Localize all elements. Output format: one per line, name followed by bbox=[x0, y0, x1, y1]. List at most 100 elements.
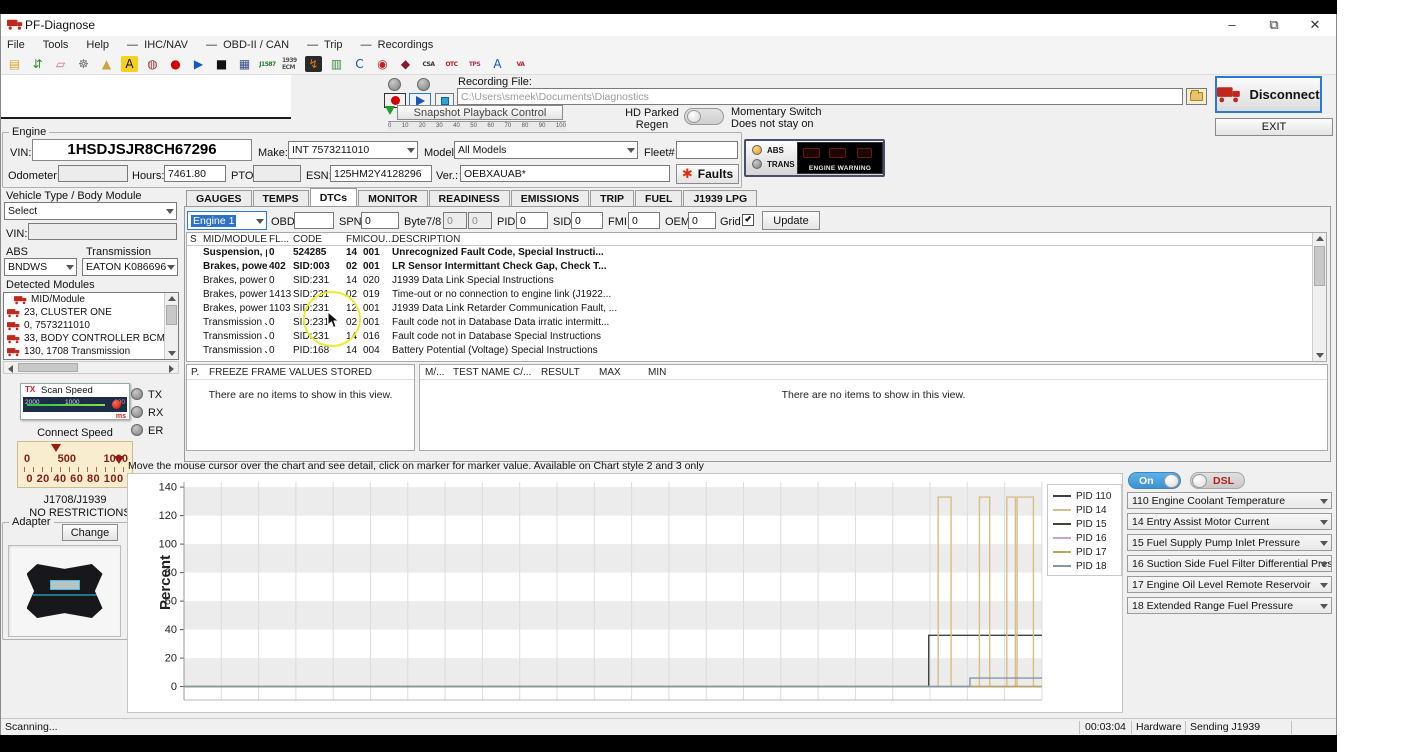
menu-item[interactable]: — OBD-II / CAN bbox=[206, 39, 289, 51]
scroll-down-icon[interactable] bbox=[168, 351, 176, 356]
globe-icon[interactable]: ◉ bbox=[374, 56, 391, 72]
dtc-table-row[interactable]: Suspension, p... 0 524285 14 001 Unrecog… bbox=[187, 246, 1311, 260]
pid-select[interactable]: 110 Engine Coolant Temperature bbox=[1127, 492, 1332, 509]
fleet-input[interactable] bbox=[676, 141, 738, 159]
a-brand-icon[interactable]: A bbox=[489, 56, 506, 72]
eraser-icon[interactable]: ▱ bbox=[52, 56, 69, 72]
pto-input[interactable] bbox=[253, 165, 301, 182]
change-adapter-button[interactable]: Change bbox=[62, 524, 118, 541]
scroll-thumb[interactable] bbox=[1314, 246, 1325, 286]
detected-modules-list[interactable]: MID/Module 23, CLUSTER ONE 0, 7573211010… bbox=[3, 292, 179, 360]
stop-icon[interactable]: ■ bbox=[213, 56, 230, 72]
disconnect-button[interactable]: Disconnect bbox=[1215, 76, 1322, 113]
scroll-right-icon[interactable] bbox=[169, 365, 174, 373]
minimize-button[interactable]: – bbox=[1212, 14, 1252, 36]
menu-item[interactable]: — Trip bbox=[307, 39, 342, 51]
record-icon[interactable]: ● bbox=[167, 56, 184, 72]
device-accent bbox=[33, 594, 97, 596]
open-folder-icon[interactable]: ▤ bbox=[6, 56, 23, 72]
snapshot-playback-button[interactable]: Snapshot Playback Control bbox=[397, 105, 563, 120]
pid-select[interactable]: 16 Suction Side Fuel Filter Differential… bbox=[1127, 555, 1332, 572]
pid-select[interactable]: 15 Fuel Supply Pump Inlet Pressure bbox=[1127, 534, 1332, 551]
scroll-left-icon[interactable] bbox=[8, 365, 13, 373]
tps-icon[interactable]: TPS bbox=[466, 56, 483, 72]
source-select[interactable]: Engine 1 bbox=[187, 211, 267, 230]
module-list-item[interactable]: 0, 7573211010 bbox=[4, 319, 178, 332]
calendar-icon[interactable]: ▦ bbox=[236, 56, 253, 72]
obd-input[interactable] bbox=[294, 212, 334, 229]
menu-item[interactable]: — IHC/NAV bbox=[127, 39, 188, 51]
modules-vscrollbar[interactable] bbox=[164, 293, 178, 359]
scroll-up-icon[interactable] bbox=[168, 296, 176, 301]
menu-item[interactable]: Tools bbox=[43, 39, 69, 51]
module-list-item[interactable]: 23, CLUSTER ONE bbox=[4, 306, 178, 319]
restore-button[interactable]: ⧉ bbox=[1254, 14, 1294, 36]
diamond-icon[interactable]: ◆ bbox=[397, 56, 414, 72]
connect-icon[interactable]: ⇵ bbox=[29, 56, 46, 72]
hours-input[interactable] bbox=[164, 165, 226, 182]
j1587-icon[interactable]: J1587 bbox=[259, 56, 276, 72]
line-chart[interactable]: 020406080100120140 bbox=[157, 480, 1047, 708]
fmi-input[interactable] bbox=[628, 212, 660, 229]
browse-folder-button[interactable] bbox=[1186, 88, 1207, 105]
module-list-item[interactable]: 130, 1708 Transmission bbox=[4, 345, 178, 358]
vehicle-type-select[interactable]: Select bbox=[4, 202, 177, 220]
module-list-item[interactable]: 33, BODY CONTROLLER BCM bbox=[4, 332, 178, 345]
hazard-a-icon[interactable]: A bbox=[121, 56, 138, 72]
oem-input[interactable] bbox=[688, 212, 716, 229]
make-select[interactable]: INT 7573211010 bbox=[288, 141, 418, 159]
model-select[interactable]: All Models bbox=[454, 141, 638, 159]
otc-icon[interactable]: OTC bbox=[443, 56, 460, 72]
dtc-table-row[interactable]: Transmission J... 0 PID:168 14 004 Batte… bbox=[187, 344, 1311, 358]
exit-button[interactable]: EXIT bbox=[1215, 118, 1333, 136]
legend-line-swatch bbox=[1053, 537, 1071, 539]
dtc-table-row[interactable]: Brakes, power u... 0 SID:231 14 020 J193… bbox=[187, 274, 1311, 288]
modules-hscrollbar[interactable] bbox=[3, 361, 179, 374]
power-icon[interactable]: ↯ bbox=[305, 56, 322, 72]
dtc-vscrollbar[interactable] bbox=[1312, 233, 1326, 361]
menu-item[interactable]: File bbox=[7, 39, 25, 51]
scroll-down-icon[interactable] bbox=[1316, 353, 1324, 358]
truck-scale-icon[interactable]: ▲ bbox=[98, 56, 115, 72]
pid-select[interactable]: 18 Extended Range Fuel Pressure bbox=[1127, 597, 1332, 614]
pid-select[interactable]: 17 Engine Oil Level Remote Reservoir bbox=[1127, 576, 1332, 593]
esn-input[interactable] bbox=[330, 165, 432, 182]
update-button[interactable]: Update bbox=[762, 211, 820, 230]
gear-icon[interactable]: ☸ bbox=[75, 56, 92, 72]
faults-button[interactable]: ✱ Faults bbox=[676, 164, 739, 184]
transmission-select[interactable]: EATON K086696 bbox=[82, 258, 178, 276]
c-brand-icon[interactable]: C bbox=[351, 56, 368, 72]
play-icon[interactable]: ▶ bbox=[190, 56, 207, 72]
abs-select[interactable]: BNDWS bbox=[4, 258, 77, 276]
pid-input[interactable] bbox=[516, 212, 548, 229]
ver-input[interactable] bbox=[460, 165, 670, 182]
screen-bottom-bar bbox=[0, 735, 1337, 752]
dtc-table-row[interactable]: Brakes, power... 402 SID:003 02 001 LR S… bbox=[187, 260, 1311, 274]
va-icon[interactable]: VA bbox=[512, 56, 529, 72]
scroll-thumb[interactable] bbox=[166, 305, 177, 325]
board-icon[interactable]: ▥ bbox=[328, 56, 345, 72]
svg-text:60: 60 bbox=[165, 596, 177, 608]
ecm-1939-icon[interactable]: 1939 ECM bbox=[282, 56, 299, 72]
recording-file-input[interactable] bbox=[457, 88, 1183, 105]
grid-checkbox[interactable] bbox=[742, 214, 754, 226]
tests-panel: M/... TEST NAME C/... RESULT MAX MIN The… bbox=[419, 364, 1328, 451]
dtc-table-row[interactable]: Brakes, power u... 1413 SID:231 02 019 T… bbox=[187, 288, 1311, 302]
sid-input[interactable] bbox=[571, 212, 603, 229]
menu-item[interactable]: Help bbox=[86, 39, 109, 51]
spn-input[interactable] bbox=[361, 212, 399, 229]
module-list-item[interactable]: MID/Module bbox=[4, 293, 178, 306]
close-button[interactable]: ✕ bbox=[1295, 14, 1335, 36]
pid-select[interactable]: 14 Entry Assist Motor Current bbox=[1127, 513, 1332, 530]
hd-regen-toggle[interactable] bbox=[684, 108, 724, 125]
scroll-up-icon[interactable] bbox=[1316, 236, 1324, 241]
engine-warning-icon bbox=[803, 148, 820, 158]
scroll-thumb[interactable] bbox=[18, 363, 78, 372]
menu-item[interactable]: — Recordings bbox=[361, 39, 434, 51]
sidebar-vin-input[interactable] bbox=[28, 223, 177, 240]
odometer-input[interactable] bbox=[58, 165, 128, 182]
chart-on-toggle[interactable]: On bbox=[1128, 472, 1181, 489]
dsl-toggle[interactable]: DSL bbox=[1190, 472, 1245, 489]
csa-icon[interactable]: CSA bbox=[420, 56, 437, 72]
graph-icon[interactable]: ◍ bbox=[144, 56, 161, 72]
